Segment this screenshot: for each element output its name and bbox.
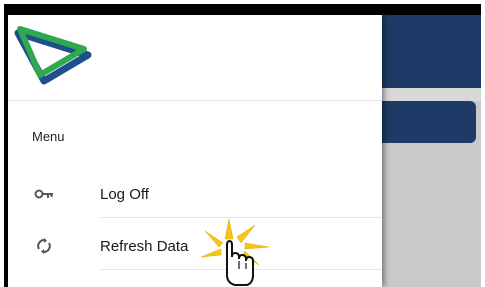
app-logo bbox=[14, 26, 92, 85]
divider bbox=[100, 217, 382, 218]
refresh-icon bbox=[37, 238, 51, 254]
background-strip bbox=[382, 88, 481, 101]
app-header-bar bbox=[382, 15, 481, 88]
menu-item-refresh-data[interactable]: Refresh Data bbox=[8, 224, 382, 270]
menu-section-label: Menu bbox=[32, 129, 65, 144]
navigation-drawer: Menu Log Off Refresh Data bbox=[8, 15, 382, 287]
drawer-header bbox=[8, 15, 382, 101]
divider bbox=[100, 269, 382, 270]
key-icon bbox=[34, 189, 53, 199]
menu-item-log-off[interactable]: Log Off bbox=[8, 172, 382, 218]
menu-item-label: Refresh Data bbox=[100, 238, 189, 255]
background-button[interactable] bbox=[382, 101, 476, 143]
app-screen: Menu Log Off Refresh Data bbox=[4, 4, 481, 287]
menu-item-label: Log Off bbox=[100, 186, 149, 203]
